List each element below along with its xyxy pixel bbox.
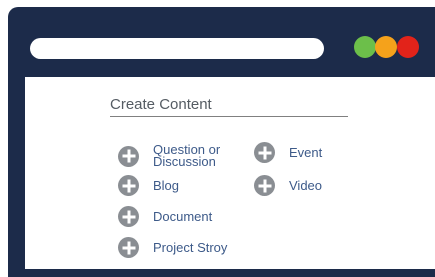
create-content-panel: Create Content Question or Discussion Bl… [25,77,435,269]
create-question-discussion-button[interactable]: Question or Discussion [118,143,220,169]
video-label: Video [289,178,323,193]
create-event-button[interactable]: Event [254,142,322,163]
plus-circle-icon [118,237,139,258]
plus-circle-icon [118,145,139,167]
address-bar[interactable] [30,38,324,59]
create-document-button[interactable]: Document [118,206,212,227]
title-bar [8,7,435,77]
create-video-button[interactable]: Video [254,175,322,196]
plus-circle-icon [118,175,139,196]
blog-label: Blog [153,178,180,193]
plus-circle-icon [254,142,275,163]
project-story-label: Project Stroy [153,240,228,255]
document-label: Document [153,209,213,224]
create-blog-button[interactable]: Blog [118,175,179,196]
plus-circle-icon [118,206,139,227]
create-project-story-button[interactable]: Project Stroy [118,237,227,258]
question-discussion-label: Question or Discussion [153,143,220,169]
maximize-button[interactable] [354,36,376,58]
label-line: Discussion [153,154,216,169]
minimize-button[interactable] [375,36,397,58]
close-button[interactable] [397,36,419,58]
panel-title: Create Content [110,96,348,117]
event-label: Event [289,145,323,160]
browser-window: Create Content Question or Discussion Bl… [8,7,435,277]
plus-circle-icon [254,175,275,196]
